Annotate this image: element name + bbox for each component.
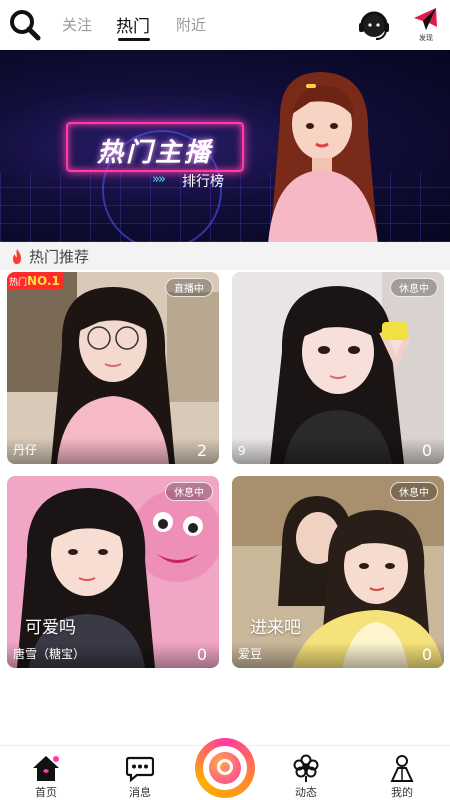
card-image	[232, 272, 444, 464]
card-viewer-count: 0	[421, 441, 432, 460]
stream-card[interactable]: 休息中 9 0	[232, 272, 444, 464]
card-viewer-count: 0	[196, 645, 207, 664]
card-gradient	[232, 438, 444, 464]
tab-follow[interactable]: 关注	[62, 14, 92, 35]
nav-label: 我的	[391, 786, 413, 799]
hot-badge-number: NO.1	[27, 274, 60, 288]
status-badge: 休息中	[390, 482, 438, 501]
tab-hot[interactable]: 热门	[116, 12, 150, 37]
nav-label: 消息	[129, 786, 151, 799]
top-bar: 关注 热门 附近 发现	[0, 0, 450, 50]
nav-label: 动态	[295, 786, 317, 799]
status-badge: 直播中	[165, 278, 213, 297]
headset-icon[interactable]	[356, 7, 392, 43]
nav-moments[interactable]: 动态	[276, 752, 336, 799]
nav-label: 首页	[35, 786, 57, 799]
person-icon	[390, 755, 414, 782]
tab-nearby[interactable]: 附近	[176, 14, 206, 35]
card-viewer-count: 0	[421, 645, 432, 664]
card-host-name: 丹仔	[13, 443, 38, 457]
section-title: 热门推荐	[29, 248, 90, 266]
status-badge: 休息中	[390, 278, 438, 297]
status-badge: 休息中	[165, 482, 213, 501]
stream-card[interactable]: 休息中 可爱吗 唐雪（糖宝） 0	[7, 476, 219, 668]
home-icon	[33, 756, 59, 781]
card-host-name: 唐雪（糖宝）	[13, 647, 86, 661]
nav-messages[interactable]: 消息	[110, 752, 170, 799]
card-gradient	[232, 642, 444, 668]
stream-card[interactable]: 热门NO.1 直播中 丹仔 2	[7, 272, 219, 464]
nav-profile[interactable]: 我的	[372, 752, 432, 799]
discover-button[interactable]: 发现	[406, 6, 446, 46]
camera-lens-icon	[217, 759, 233, 775]
banner-host-image	[268, 72, 378, 242]
nav-home[interactable]: 首页	[16, 752, 76, 799]
card-caption: 可爱吗	[25, 618, 76, 638]
card-image	[232, 476, 444, 668]
banner-title-frame: 热门主播	[66, 122, 244, 172]
search-icon[interactable]	[8, 8, 42, 42]
card-gradient	[7, 438, 219, 464]
banner-arrows: »»	[152, 172, 166, 187]
discover-label: 发现	[419, 34, 433, 42]
hot-rank-badge: 热门NO.1	[7, 272, 64, 290]
card-host-name: 9	[238, 444, 246, 458]
hot-badge-label: 热门	[9, 278, 28, 288]
card-image	[7, 272, 219, 464]
stream-card[interactable]: 休息中 进来吧 爱豆 0	[232, 476, 444, 668]
flower-icon	[293, 754, 319, 782]
paper-plane-icon	[414, 8, 437, 30]
card-viewer-count: 2	[196, 441, 207, 460]
card-host-name: 爱豆	[238, 647, 263, 661]
banner-subtitle: 排行榜	[182, 174, 224, 190]
live-camera-button[interactable]	[195, 738, 255, 798]
promo-banner[interactable]: 热门主播 »» 排行榜	[0, 50, 450, 242]
active-tab-indicator	[118, 38, 150, 41]
card-caption: 进来吧	[250, 618, 301, 638]
section-header: 热门推荐	[0, 242, 450, 270]
flame-icon	[13, 249, 21, 264]
message-icon	[126, 756, 154, 782]
banner-title: 热门主播	[96, 138, 213, 168]
card-image	[7, 476, 219, 668]
